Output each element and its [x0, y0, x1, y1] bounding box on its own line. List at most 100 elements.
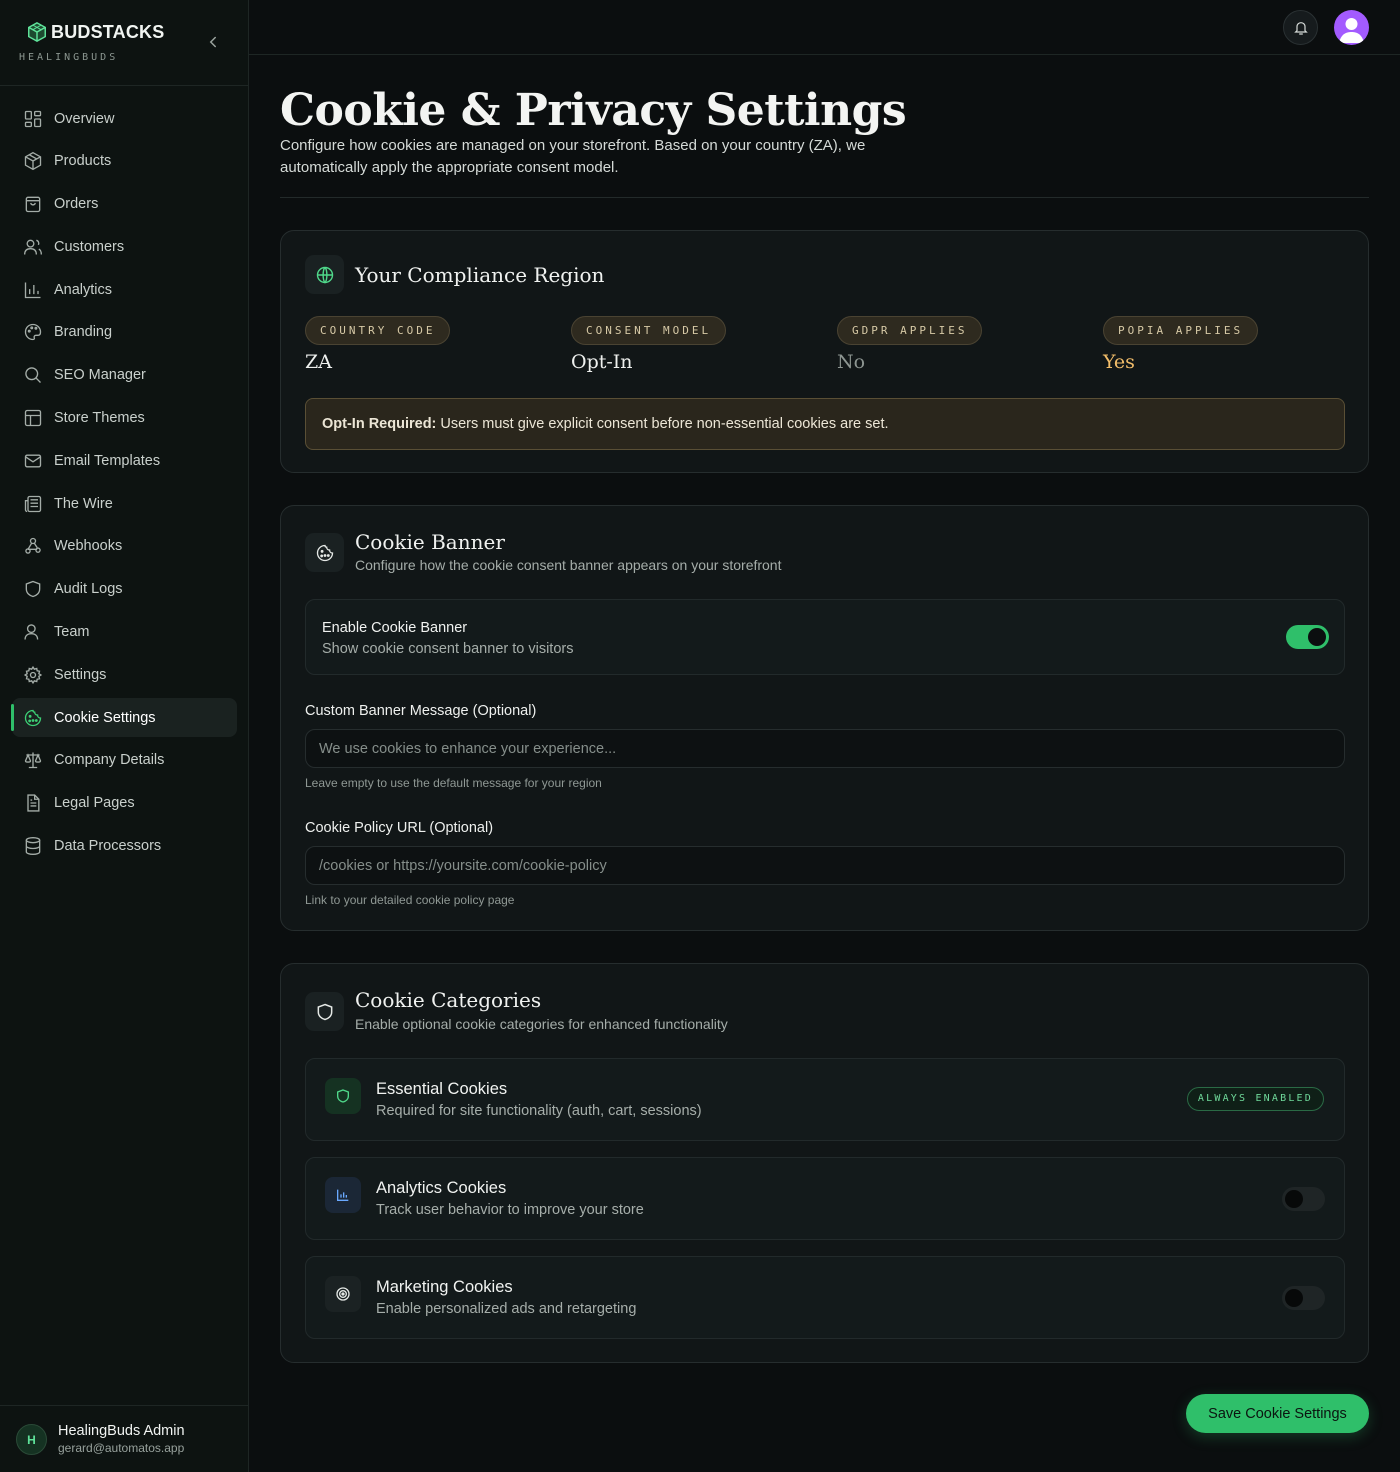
cookie-banner-title: Cookie Banner [355, 530, 505, 554]
sidebar-item-label: Audit Logs [54, 581, 123, 598]
shield-icon [23, 579, 43, 599]
sidebar-item-seo-manager[interactable]: SEO Manager [12, 356, 237, 395]
shield-icon-tile [305, 992, 344, 1031]
cookie-banner-subtitle: Configure how the cookie consent banner … [355, 557, 782, 573]
enable-banner-sub: Show cookie consent banner to visitors [322, 641, 574, 657]
sidebar-item-label: Orders [54, 196, 99, 213]
sidebar-item-label: Team [54, 624, 90, 641]
category-analytics: Analytics Cookies Track user behavior to… [305, 1157, 1345, 1240]
gdpr-block: GDPR APPLIES No [837, 316, 983, 373]
grid-icon [23, 109, 43, 129]
country-code-pill: COUNTRY CODE [305, 316, 451, 345]
shield-icon [337, 1089, 349, 1103]
cookie-categories-card: Cookie Categories Enable optional cookie… [280, 963, 1369, 1363]
sidebar-item-label: Settings [54, 666, 107, 683]
sidebar-item-company-details[interactable]: Company Details [12, 741, 237, 780]
enable-banner-title: Enable Cookie Banner [322, 620, 468, 636]
policy-url-input[interactable] [305, 846, 1345, 885]
notice-bold: Opt-In Required: [322, 416, 437, 432]
bell-icon [1293, 21, 1308, 35]
categories-title: Cookie Categories [355, 988, 542, 1012]
sidebar-item-settings[interactable]: Settings [12, 655, 237, 694]
policy-url-label: Cookie Policy URL (Optional) [305, 820, 494, 836]
sidebar-item-branding[interactable]: Branding [12, 313, 237, 352]
chevron-left-icon[interactable] [204, 33, 222, 51]
database-icon [23, 836, 43, 856]
consent-model-value: Opt-In [571, 351, 633, 373]
region-title: Your Compliance Region [355, 263, 605, 287]
marketing-toggle[interactable] [1282, 1286, 1325, 1310]
layout-icon [23, 408, 43, 428]
sidebar-item-customers[interactable]: Customers [12, 227, 237, 266]
category-marketing: Marketing Cookies Enable personalized ad… [305, 1256, 1345, 1339]
category-essential: Essential Cookies Required for site func… [305, 1058, 1345, 1141]
sidebar-item-webhooks[interactable]: Webhooks [12, 527, 237, 566]
sidebar-item-overview[interactable]: Overview [12, 99, 237, 138]
sidebar-item-label: Branding [54, 324, 113, 341]
sidebar-item-label: Store Themes [54, 410, 145, 427]
sidebar-item-email-templates[interactable]: Email Templates [12, 441, 237, 480]
sidebar-item-label: SEO Manager [54, 367, 146, 384]
marketing-icon-tile [325, 1276, 361, 1312]
webhook-icon [23, 536, 43, 556]
sidebar-item-label: Products [54, 153, 112, 170]
analytics-icon-tile [325, 1177, 361, 1213]
marketing-title: Marketing Cookies [376, 1278, 513, 1296]
sidebar: BUDSTACKS HEALINGBUDS Overview Products … [0, 0, 249, 1472]
always-enabled-badge: ALWAYS ENABLED [1186, 1087, 1324, 1111]
essential-icon-tile [325, 1078, 361, 1114]
user-profile[interactable]: H HealingBuds Admin gerard@automatos.app [0, 1405, 249, 1472]
sidebar-item-label: Analytics [54, 281, 113, 298]
sidebar-item-label: Webhooks [54, 538, 123, 555]
mail-icon [23, 451, 43, 471]
sidebar-item-data-processors[interactable]: Data Processors [12, 827, 237, 866]
user-name: HealingBuds Admin [58, 1423, 185, 1439]
sidebar-item-label: Cookie Settings [54, 709, 156, 726]
search-icon [23, 365, 43, 385]
analytics-toggle[interactable] [1282, 1187, 1325, 1211]
essential-title: Essential Cookies [376, 1080, 508, 1098]
cookie-icon [316, 544, 333, 561]
sidebar-item-label: Company Details [54, 752, 165, 769]
categories-subtitle: Enable optional cookie categories for en… [355, 1016, 728, 1032]
cookie-icon-tile [305, 533, 344, 572]
marketing-sub: Enable personalized ads and retargeting [376, 1301, 637, 1317]
opt-in-notice: Opt-In Required: Users must give explici… [305, 398, 1345, 450]
notifications-button[interactable] [1283, 10, 1318, 45]
banner-message-input[interactable] [305, 729, 1345, 768]
sidebar-item-audit-logs[interactable]: Audit Logs [12, 570, 237, 609]
popia-pill: POPIA APPLIES [1103, 316, 1259, 345]
cube-logo-icon [28, 21, 46, 43]
save-cookie-settings-button[interactable]: Save Cookie Settings [1186, 1394, 1369, 1433]
enable-banner-toggle[interactable] [1286, 625, 1329, 649]
user-avatar-button[interactable] [1334, 10, 1369, 45]
analytics-title: Analytics Cookies [376, 1179, 507, 1197]
brand-logo[interactable]: BUDSTACKS [26, 21, 164, 43]
sidebar-item-cookie-settings[interactable]: Cookie Settings [11, 698, 237, 738]
bar-chart-icon [23, 280, 43, 300]
brand-subtitle: HEALINGBUDS [19, 52, 119, 63]
newspaper-icon [23, 494, 43, 514]
sidebar-item-legal-pages[interactable]: Legal Pages [12, 784, 237, 823]
file-text-icon [23, 793, 43, 813]
sidebar-item-products[interactable]: Products [12, 142, 237, 181]
palette-icon [23, 322, 43, 342]
sidebar-item-orders[interactable]: Orders [12, 185, 237, 224]
gdpr-value: No [837, 351, 866, 373]
sidebar-item-store-themes[interactable]: Store Themes [12, 399, 237, 438]
users-icon [23, 237, 43, 257]
user-avatar: H [16, 1424, 47, 1455]
banner-message-label: Custom Banner Message (Optional) [305, 703, 537, 719]
top-bar [249, 0, 1400, 55]
sidebar-item-label: The Wire [54, 495, 113, 512]
box-icon [23, 151, 43, 171]
page-title: Cookie & Privacy Settings [280, 85, 907, 136]
sidebar-item-analytics[interactable]: Analytics [12, 270, 237, 309]
cookie-icon [23, 708, 43, 728]
analytics-sub: Track user behavior to improve your stor… [376, 1202, 644, 1218]
globe-icon-tile [305, 255, 344, 294]
sidebar-item-team[interactable]: Team [12, 613, 237, 652]
essential-sub: Required for site functionality (auth, c… [376, 1103, 702, 1119]
sidebar-item-the-wire[interactable]: The Wire [12, 484, 237, 523]
gear-icon [23, 665, 43, 685]
